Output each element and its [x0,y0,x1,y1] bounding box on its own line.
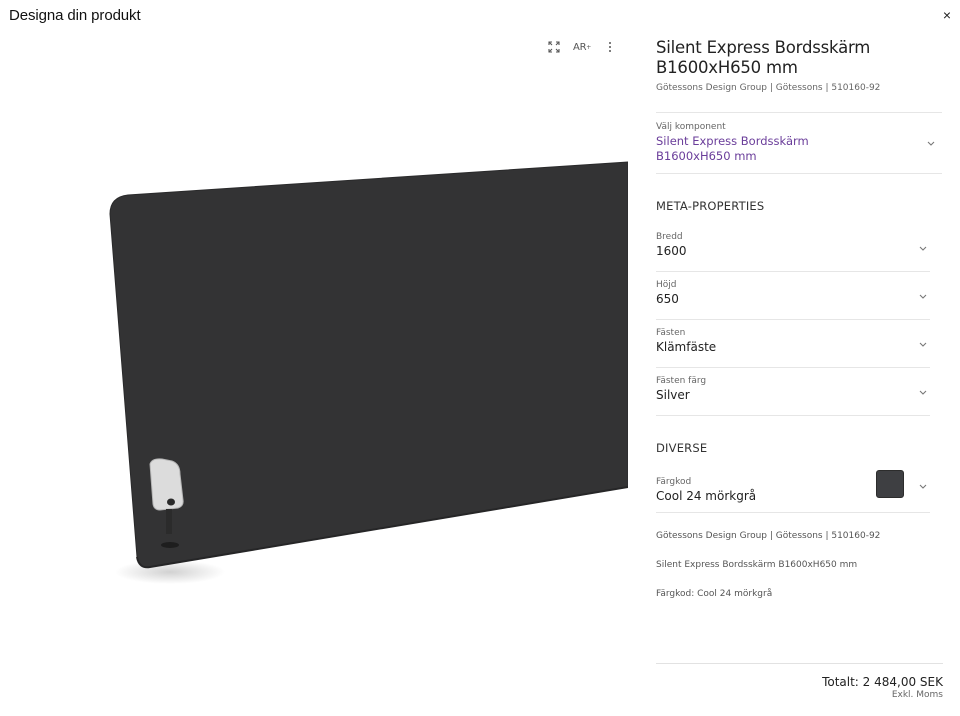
component-label: Välj komponent [656,122,726,132]
product-summary: Götessons Design Group | Götessons | 510… [656,531,944,599]
prop-label: Fästen färg [656,376,707,386]
more-vertical-icon[interactable] [596,38,624,56]
color-select[interactable]: Färgkod Cool 24 mörkgrå [656,465,930,513]
prop-value: 1600 [656,244,687,258]
prop-label: Höjd [656,280,677,290]
config-panel: Silent Express Bordsskärm B1600xH650 mm … [656,32,944,618]
prop-value: 650 [656,292,679,306]
footer-divider [656,663,943,664]
fullscreen-icon[interactable] [540,38,568,56]
product-title: Silent Express Bordsskärm B1600xH650 mm [656,38,871,77]
chevron-down-icon [927,141,935,146]
color-swatch [876,470,904,498]
close-button[interactable]: × [943,6,951,24]
summary-line: Götessons Design Group | Götessons | 510… [656,531,881,541]
ar-plus-icon: + [586,43,591,51]
meta-properties-heading: META-PROPERTIES [656,199,765,213]
hojd-select[interactable]: Höjd 650 [656,272,930,320]
chevron-down-icon [919,342,927,347]
fasten-farg-select[interactable]: Fästen färg Silver [656,368,930,416]
prop-value: Silver [656,388,690,402]
viewer-toolbar: AR + [540,38,624,56]
chevron-down-icon [919,246,927,251]
ar-button[interactable]: AR + [568,38,596,56]
prop-value: Klämfäste [656,340,717,354]
product-3d-render[interactable] [0,32,628,716]
total-price: Totalt: 2 484,00 SEK [822,675,943,689]
fasten-select[interactable]: Fästen Klämfäste [656,320,930,368]
dialog-title: Designa din produkt [9,7,141,24]
summary-line: Silent Express Bordsskärm B1600xH650 mm [656,560,858,570]
prop-label: Fästen [656,328,686,338]
ar-label: AR [573,41,587,53]
meta-properties-list: Bredd 1600 Höjd 650 Fästen Klämfäste Fäs… [656,224,944,416]
product-viewer[interactable]: AR + [0,32,628,716]
component-value: Silent Express Bordsskärm B1600xH650 mm [656,134,809,163]
chevron-down-icon [919,484,927,489]
product-subtitle: Götessons Design Group | Götessons | 510… [656,83,881,93]
summary-line: Färgkod: Cool 24 mörkgrå [656,589,773,599]
prop-label: Bredd [656,232,683,242]
vat-note: Exkl. Moms [891,690,943,700]
chevron-down-icon [919,294,927,299]
component-select[interactable]: Välj komponent Silent Express Bordsskärm… [656,112,942,174]
screen-panel [109,161,628,568]
diverse-heading: DIVERSE [656,441,708,455]
bredd-select[interactable]: Bredd 1600 [656,224,930,272]
chevron-down-icon [919,390,927,395]
